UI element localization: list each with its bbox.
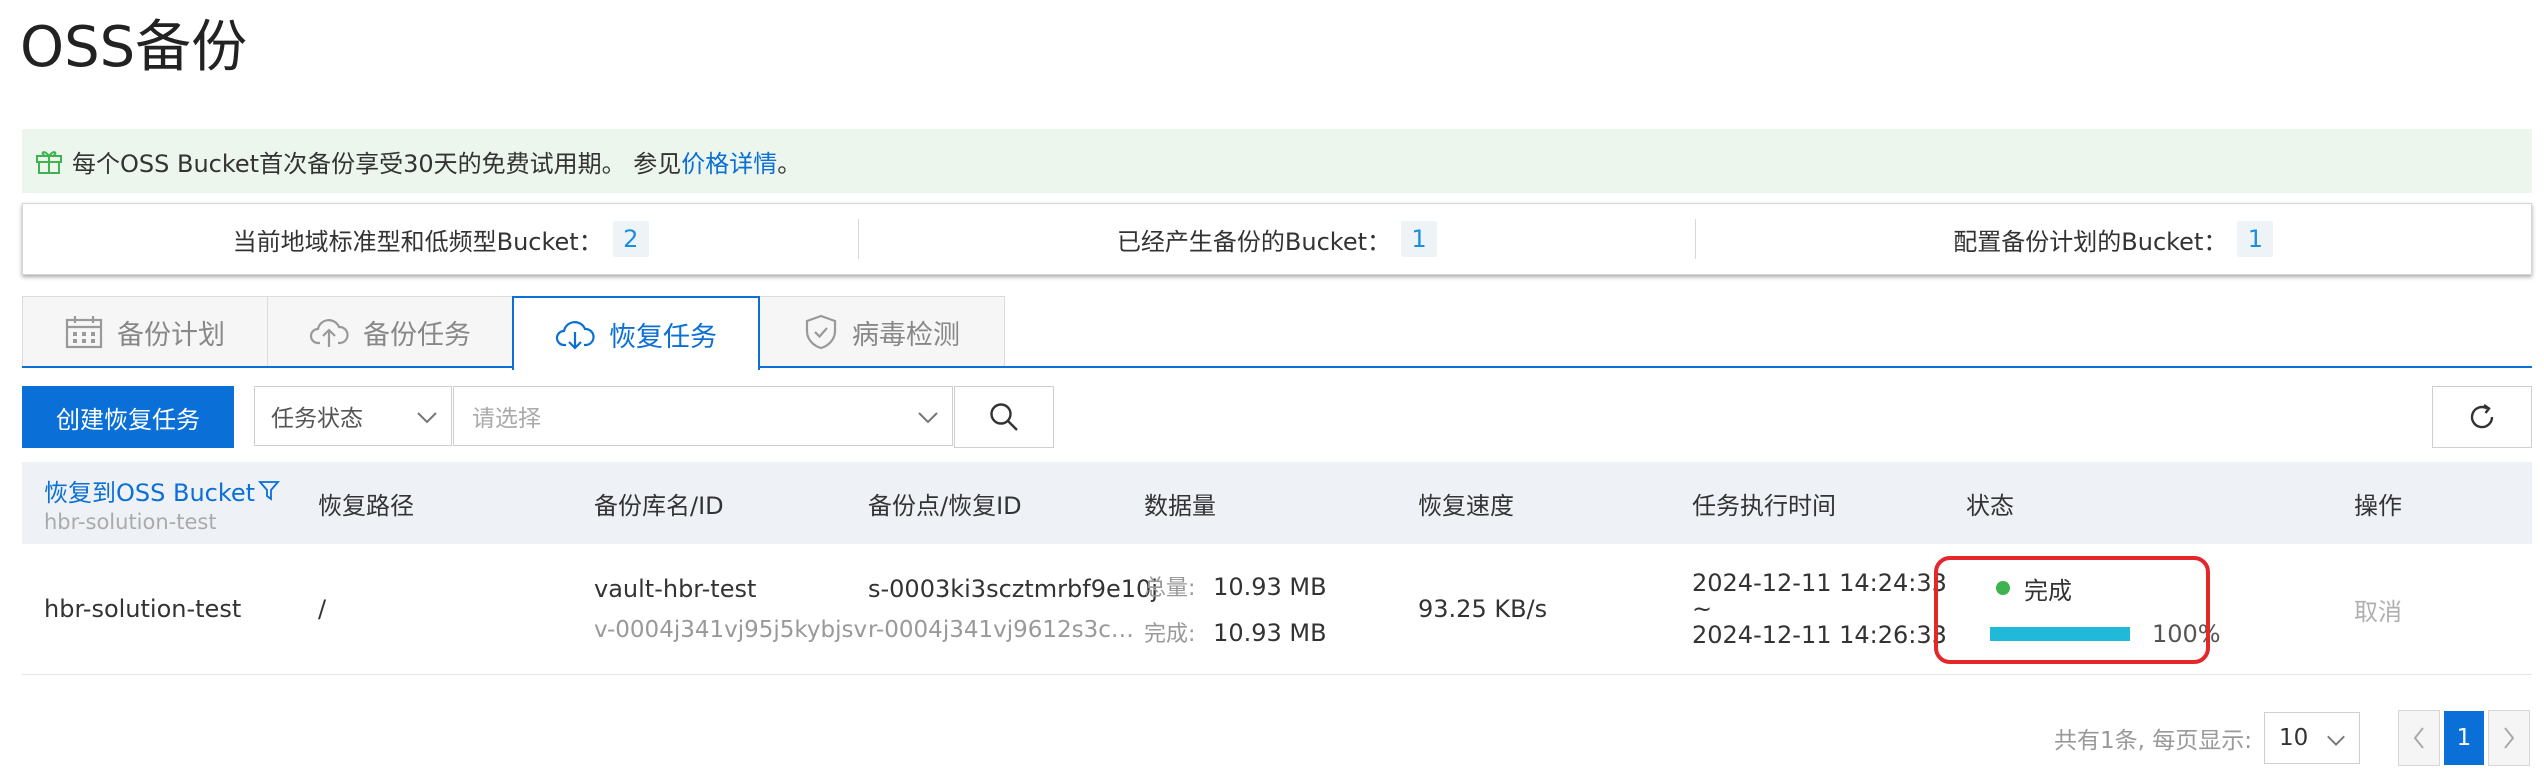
pagination: 共有1条, 每页显示: 10 1 xyxy=(2054,710,2530,766)
tab-underline xyxy=(22,366,2532,368)
notice-suffix: 。 xyxy=(777,149,802,178)
column-header-target-bucket: 恢复到OSS Bucket hbr-solution-test xyxy=(44,462,281,544)
restore-speed: 93.25 KB/s xyxy=(1418,595,1548,623)
prev-page-button[interactable] xyxy=(2398,710,2440,766)
select-value: 任务状态 xyxy=(271,406,363,432)
chevron-down-icon xyxy=(918,412,938,424)
column-header-speed: 恢复速度 xyxy=(1418,491,1514,520)
tab-backup-plan[interactable]: 备份计划 xyxy=(22,296,268,367)
stat-region-buckets: 当前地域标准型和低频型Bucket： 2 xyxy=(23,221,858,257)
next-page-button[interactable] xyxy=(2488,710,2530,766)
column-header-status: 状态 xyxy=(1966,491,2014,520)
stat-count-badge: 1 xyxy=(1401,221,1438,257)
tab-virus-scan[interactable]: 病毒检测 xyxy=(759,296,1005,367)
status-filter-select[interactable]: 请选择 xyxy=(453,386,953,446)
column-header-label: 恢复到OSS Bucket xyxy=(44,473,281,508)
page-title: OSS备份 xyxy=(20,15,248,80)
notice-text: 每个OSS Bucket首次备份享受30天的免费试用期。 参见 xyxy=(72,149,682,178)
done-size-row: 完成: 10.93 MB xyxy=(1144,616,1327,648)
cell-snapshot: s-0003ki3scztmrbf9e10j r-0004j341vj9612s… xyxy=(868,544,1158,674)
chevron-down-icon xyxy=(2327,735,2345,746)
cloud-download-icon xyxy=(555,321,595,350)
filter-icon[interactable] xyxy=(257,478,281,502)
page-size-select[interactable]: 10 xyxy=(2264,712,2360,764)
cell-action: 取消 xyxy=(2354,544,2402,674)
pricing-details-link[interactable]: 价格详情 xyxy=(681,144,777,179)
refresh-button[interactable] xyxy=(2432,386,2532,448)
gift-icon xyxy=(36,151,62,174)
total-label: 总量: xyxy=(1144,576,1196,601)
refresh-icon xyxy=(2470,404,2494,429)
vault-name: vault-hbr-test xyxy=(594,575,757,603)
stat-count-badge: 1 xyxy=(2237,221,2274,257)
vault-id: v-0004j341vj95j5kybjsv xyxy=(594,617,868,643)
bucket-name: hbr-solution-test xyxy=(44,595,242,623)
tab-label: 备份任务 xyxy=(363,319,471,351)
cell-path: / xyxy=(318,544,326,674)
stat-label: 已经产生备份的Bucket： xyxy=(1116,227,1392,256)
cloud-upload-icon xyxy=(309,319,349,347)
status-highlight-box xyxy=(1934,556,2210,664)
tab-label: 恢复任务 xyxy=(609,321,717,353)
chevron-left-icon xyxy=(2413,727,2424,749)
column-header-time: 任务执行时间 xyxy=(1692,491,1836,520)
column-header-action: 操作 xyxy=(2354,491,2402,520)
table-header: 恢复到OSS Bucket hbr-solution-test 恢复路径 备份库… xyxy=(22,462,2532,544)
column-header-path: 恢复路径 xyxy=(318,491,414,520)
stat-label: 当前地域标准型和低频型Bucket： xyxy=(232,227,603,256)
total-value: 10.93 MB xyxy=(1213,573,1327,601)
tab-backup-jobs[interactable]: 备份任务 xyxy=(267,296,513,367)
chevron-down-icon xyxy=(417,412,437,424)
shield-check-icon xyxy=(805,314,837,350)
time-separator: ~ xyxy=(1692,595,1713,623)
total-size-row: 总量: 10.93 MB xyxy=(1144,570,1327,602)
cell-time: 2024-12-11 14:24:33 ~ 2024-12-11 14:26:3… xyxy=(1692,544,1947,674)
cell-speed: 93.25 KB/s xyxy=(1418,544,1547,674)
tab-restore-jobs[interactable]: 恢复任务 xyxy=(512,296,760,370)
tab-bar: 备份计划 备份任务 恢复任务 病毒检测 xyxy=(22,296,1005,370)
create-restore-job-button[interactable]: 创建恢复任务 xyxy=(22,386,234,448)
snapshot-id: s-0003ki3scztmrbf9e10j xyxy=(868,575,1158,603)
search-button[interactable] xyxy=(954,386,1054,448)
cancel-link[interactable]: 取消 xyxy=(2354,592,2402,627)
stat-label: 配置备份计划的Bucket： xyxy=(1953,227,2228,256)
stat-count-badge: 2 xyxy=(612,221,649,257)
header-text: 恢复到OSS Bucket xyxy=(44,478,256,507)
done-value: 10.93 MB xyxy=(1213,619,1327,647)
page-number-current[interactable]: 1 xyxy=(2444,711,2484,765)
search-icon xyxy=(990,403,1018,431)
start-time: 2024-12-11 14:24:33 xyxy=(1692,569,1947,597)
stat-plan-buckets: 配置备份计划的Bucket： 1 xyxy=(1696,221,2531,257)
tab-label: 备份计划 xyxy=(117,319,225,351)
column-header-snapshot: 备份点/恢复ID xyxy=(868,491,1022,520)
cell-data: 总量: 10.93 MB 完成: 10.93 MB xyxy=(1144,544,1327,674)
page-size-value: 10 xyxy=(2279,725,2309,751)
tab-label: 病毒检测 xyxy=(852,319,960,351)
job-status-select[interactable]: 任务状态 xyxy=(254,386,452,446)
free-trial-notice: 每个OSS Bucket首次备份享受30天的免费试用期。 参见 价格详情 。 xyxy=(22,129,2532,193)
toolbar: 创建恢复任务 任务状态 请选择 xyxy=(22,386,2532,448)
calendar-icon xyxy=(65,316,103,349)
cell-bucket: hbr-solution-test xyxy=(44,544,241,674)
cell-vault: vault-hbr-test v-0004j341vj95j5kybjsv xyxy=(594,544,867,674)
column-header-subtext: hbr-solution-test xyxy=(44,509,217,534)
chevron-right-icon xyxy=(2504,727,2515,749)
done-label: 完成: xyxy=(1144,622,1196,647)
select-placeholder: 请选择 xyxy=(472,406,541,432)
restore-path: / xyxy=(318,595,327,623)
column-header-vault: 备份库名/ID xyxy=(594,491,724,520)
pagination-summary: 共有1条, 每页显示: xyxy=(2053,728,2252,754)
stat-backed-up-buckets: 已经产生备份的Bucket： 1 xyxy=(859,221,1694,257)
column-header-data: 数据量 xyxy=(1144,491,1216,520)
bucket-stats-panel: 当前地域标准型和低频型Bucket： 2 已经产生备份的Bucket： 1 配置… xyxy=(22,203,2532,275)
restore-id: r-0004j341vj9612s3c… xyxy=(868,617,1134,643)
end-time: 2024-12-11 14:26:33 xyxy=(1692,621,1947,649)
